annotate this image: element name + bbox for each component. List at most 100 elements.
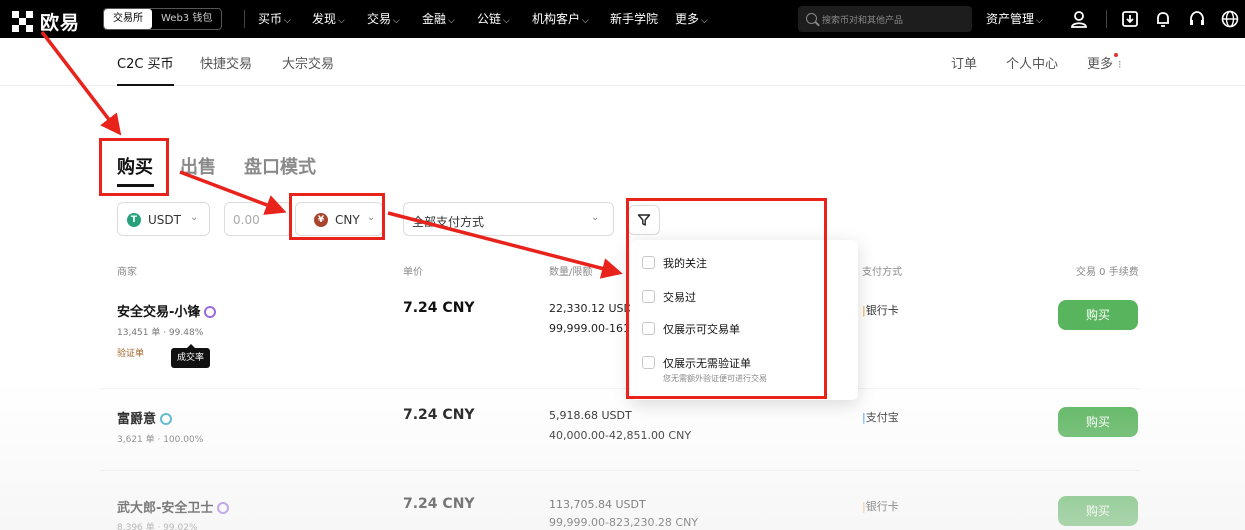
search-input[interactable]: 搜索币对和其他产品 xyxy=(798,6,972,32)
chevron-down-icon: ⌵ xyxy=(503,16,510,26)
nav-item-more[interactable]: 更多 ⌵ xyxy=(675,10,708,27)
verified-badge-icon xyxy=(160,413,173,425)
web3-wallet-toggle[interactable]: Web3 钱包 xyxy=(152,9,221,29)
merchant-name[interactable]: 武大郎-安全卫士 xyxy=(117,497,230,516)
tab-express[interactable]: 快捷交易 xyxy=(200,53,252,72)
option-label: 仅展示无需验证单 xyxy=(663,357,751,370)
header-payment: 支付方式 xyxy=(862,267,902,278)
option-traded-before[interactable]: 交易过 xyxy=(642,289,696,305)
option-label: 仅展示可交易单 xyxy=(663,323,740,336)
chevron-down-icon: ⌵ xyxy=(582,16,589,26)
nav-item-buy-crypto[interactable]: 买币 ⌵ xyxy=(258,10,291,27)
merchant-name-text: 武大郎-安全卫士 xyxy=(117,501,214,516)
tab-c2c-buy[interactable]: C2C 买币 xyxy=(117,53,174,72)
active-tab-underline xyxy=(117,184,154,187)
option-description: 您无需额外验证便可进行交易 xyxy=(663,374,767,383)
option-label: 我的关注 xyxy=(663,257,707,270)
tab-buy[interactable]: 购买 xyxy=(117,153,153,179)
buy-button[interactable]: 购买 xyxy=(1058,407,1138,437)
fiat-select[interactable]: ¥ CNY ⌄ xyxy=(295,202,383,236)
more-dots-icon: ⁝ xyxy=(1118,58,1122,71)
merchant-name[interactable]: 安全交易-小锋 xyxy=(117,301,217,320)
filter-dropdown: 我的关注 交易过 仅展示可交易单 仅展示无需验证单 您无需额外验证便可进行交易 xyxy=(630,240,858,400)
chevron-down-icon: ⌵ xyxy=(284,16,291,26)
nav-divider xyxy=(244,10,245,28)
available-amount: 5,918.68 USDT xyxy=(549,409,632,422)
usdt-icon: T xyxy=(127,213,141,227)
verification-tag: 验证单 xyxy=(117,349,145,359)
globe-icon[interactable] xyxy=(1220,9,1240,29)
nav-item-label: 新手学院 xyxy=(610,12,659,26)
unit-price: 7.24 CNY xyxy=(403,300,475,316)
exchange-toggle[interactable]: 交易所 xyxy=(104,9,152,29)
chevron-down-icon: ⌵ xyxy=(448,16,455,26)
download-icon[interactable] xyxy=(1120,9,1140,29)
bell-icon[interactable] xyxy=(1153,9,1173,29)
order-limit: 99,999.00-161 xyxy=(549,322,630,335)
checkbox[interactable] xyxy=(642,290,655,303)
user-center-link[interactable]: 个人中心 xyxy=(1006,53,1058,72)
option-label: 交易过 xyxy=(663,291,696,304)
chevron-down-icon: ⌄ xyxy=(190,212,199,223)
merchant-name-text: 富爵意 xyxy=(117,412,157,427)
merchant-name[interactable]: 富爵意 xyxy=(117,408,173,427)
nav-item-label: 发现 xyxy=(312,12,337,26)
nav-item-label: 买币 xyxy=(258,12,283,26)
checkbox[interactable] xyxy=(642,256,655,269)
checkbox[interactable] xyxy=(642,322,655,335)
nav-item-label: 金融 xyxy=(422,12,447,26)
chevron-down-icon: ⌄ xyxy=(367,212,376,223)
completion-rate-tooltip: 成交率 xyxy=(171,344,211,368)
crypto-select[interactable]: T USDT ⌄ xyxy=(117,202,210,236)
payment-method: |银行卡 xyxy=(862,302,899,318)
search-placeholder: 搜索币对和其他产品 xyxy=(822,16,904,26)
nav-item-discover[interactable]: 发现 ⌵ xyxy=(312,10,345,27)
search-icon xyxy=(806,13,817,24)
unit-price: 7.24 CNY xyxy=(403,496,475,512)
payment-method-value: 全部支付方式 xyxy=(412,215,485,229)
buy-button[interactable]: 购买 xyxy=(1058,300,1138,330)
logo-text: 欧易 xyxy=(40,12,81,34)
asset-management-menu[interactable]: 资产管理 ⌵ xyxy=(986,10,1043,27)
tab-sell[interactable]: 出售 xyxy=(180,153,216,179)
payment-method-select[interactable]: 全部支付方式 ⌄ xyxy=(403,202,614,236)
okx-logo[interactable]: 欧易 xyxy=(12,8,80,35)
chevron-down-icon: ⌄ xyxy=(591,212,600,223)
nav-item-finance[interactable]: 金融 ⌵ xyxy=(422,10,455,27)
more-menu[interactable]: 更多 ⁝ xyxy=(1087,53,1122,72)
header-fee: 交易 0 手续费 xyxy=(1076,267,1139,278)
nav-item-label: 机构客户 xyxy=(532,12,581,26)
nav-item-trade[interactable]: 交易 ⌵ xyxy=(367,10,400,27)
nav-item-label: 更多 xyxy=(675,12,700,26)
nav-item-institutional[interactable]: 机构客户 ⌵ xyxy=(532,10,589,27)
option-my-follows[interactable]: 我的关注 xyxy=(642,255,707,271)
nav-item-academy[interactable]: 新手学院 xyxy=(610,10,658,27)
order-limit: 40,000.00-42,851.00 CNY xyxy=(549,429,692,442)
buy-button[interactable]: 购买 xyxy=(1058,496,1138,526)
merchant-name-text: 安全交易-小锋 xyxy=(117,305,201,320)
filter-button[interactable] xyxy=(628,205,660,235)
merchant-stats: 3,621 单 · 100.00% xyxy=(117,435,204,445)
header-amount-limit: 数量/限额 xyxy=(549,267,593,278)
verified-badge-icon xyxy=(217,502,230,514)
headset-icon[interactable] xyxy=(1187,9,1207,29)
platform-switcher: 交易所 Web3 钱包 xyxy=(103,8,223,30)
okx-logo-icon xyxy=(12,10,34,33)
option-no-verification[interactable]: 仅展示无需验证单 xyxy=(642,355,751,371)
row-divider xyxy=(100,470,1140,471)
user-icon[interactable] xyxy=(1069,9,1089,29)
crypto-select-value: USDT xyxy=(148,213,181,227)
header-price: 单价 xyxy=(403,267,423,278)
unit-price: 7.24 CNY xyxy=(403,407,475,423)
tab-orderbook-mode[interactable]: 盘口模式 xyxy=(244,153,316,179)
nav-item-label: 公链 xyxy=(477,12,502,26)
option-tradable-only[interactable]: 仅展示可交易单 xyxy=(642,321,740,337)
merchant-stats: 8,396 单 · 99.02% xyxy=(117,523,198,530)
checkbox[interactable] xyxy=(642,356,655,369)
verified-badge-icon xyxy=(204,306,217,318)
nav-item-chain[interactable]: 公链 ⌵ xyxy=(477,10,510,27)
orders-link[interactable]: 订单 xyxy=(951,53,977,72)
header-merchant: 商家 xyxy=(117,267,137,278)
amount-input[interactable]: 0.00 xyxy=(224,202,292,236)
tab-block-trade[interactable]: 大宗交易 xyxy=(282,53,334,72)
